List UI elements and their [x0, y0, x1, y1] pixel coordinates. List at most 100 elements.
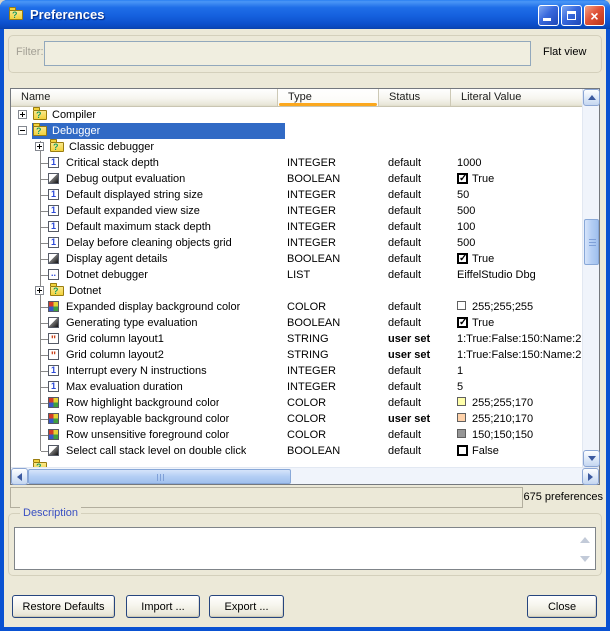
value-text: 100	[457, 221, 475, 233]
pref-status: default	[388, 299, 456, 315]
grid-rows: ?Compiler? Debugger? Classic debuggerCriti…	[11, 107, 582, 467]
folder-icon: ?	[33, 462, 47, 467]
title-bar[interactable]: ? Preferences ×	[0, 0, 610, 29]
boolean-icon	[48, 253, 59, 264]
folder-icon: ?	[50, 286, 64, 296]
expand-icon[interactable]	[18, 110, 27, 119]
scroll-up-button[interactable]	[583, 89, 600, 106]
pref-name: Debug output evaluation	[66, 171, 185, 187]
tree-category-row[interactable]: ?	[11, 459, 582, 467]
table-row[interactable]: Default displayed string sizeINTEGERdefa…	[11, 187, 582, 203]
table-row[interactable]: Default expanded view sizeINTEGERdefault…	[11, 203, 582, 219]
pref-status: user set	[388, 331, 456, 347]
column-header-name[interactable]: Name	[11, 89, 277, 106]
folder-icon: ?	[50, 142, 64, 152]
maximize-icon	[567, 11, 576, 20]
minimize-button[interactable]	[538, 5, 559, 26]
expand-icon[interactable]	[35, 142, 44, 151]
pref-type: INTEGER	[287, 219, 387, 235]
table-row[interactable]: Display agent detailsBOOLEANdefaultTrue	[11, 251, 582, 267]
filter-input[interactable]	[44, 41, 531, 66]
scroll-left-button[interactable]	[11, 468, 28, 485]
maximize-button[interactable]	[561, 5, 582, 26]
folder-icon: ?	[33, 110, 47, 120]
scroll-right-button[interactable]	[582, 468, 599, 485]
integer-icon	[48, 365, 59, 376]
horizontal-scroll-thumb[interactable]	[28, 469, 291, 484]
export-button[interactable]: Export ...	[209, 595, 284, 618]
table-row[interactable]: Interrupt every N instructionsINTEGERdef…	[11, 363, 582, 379]
table-row[interactable]: Grid column layout1STRINGuser set1:True:…	[11, 331, 582, 347]
color-swatch	[457, 301, 466, 310]
colorq-icon	[48, 301, 59, 312]
value-text: True	[472, 253, 494, 265]
pref-type: INTEGER	[287, 187, 387, 203]
pref-name: Classic debugger	[69, 139, 154, 155]
column-header-status[interactable]: Status	[378, 89, 450, 106]
description-textarea[interactable]	[14, 527, 596, 570]
pref-type: BOOLEAN	[287, 315, 387, 331]
checkbox-checked-icon[interactable]	[457, 173, 468, 184]
checkbox-checked-icon[interactable]	[457, 253, 468, 264]
list-icon	[48, 269, 59, 280]
collapse-icon[interactable]	[18, 126, 27, 135]
pref-name: Grid column layout1	[66, 331, 164, 347]
close-button[interactable]: Close	[527, 595, 597, 618]
table-row[interactable]: Dotnet debuggerLISTdefaultEiffelStudio D…	[11, 267, 582, 283]
pref-type: COLOR	[287, 299, 387, 315]
arrow-up-icon	[588, 95, 596, 100]
tree-category-row[interactable]: ?Compiler	[11, 107, 582, 123]
pref-type: COLOR	[287, 427, 387, 443]
pref-name: Debugger	[52, 123, 100, 139]
pref-literal-value: False	[457, 443, 582, 459]
table-row[interactable]: Delay before cleaning objects gridINTEGE…	[11, 235, 582, 251]
restore-defaults-button[interactable]: Restore Defaults	[12, 595, 115, 618]
table-row[interactable]: Row replayable background colorCOLORuser…	[11, 411, 582, 427]
table-row[interactable]: Grid column layout2STRINGuser set1:True:…	[11, 347, 582, 363]
checkbox-unchecked-icon[interactable]	[457, 445, 468, 456]
scroll-down-button[interactable]	[583, 450, 600, 467]
value-text: 255;255;255	[472, 301, 533, 313]
vertical-scrollbar[interactable]	[582, 89, 599, 467]
boolean-icon	[48, 317, 59, 328]
value-text: True	[472, 317, 494, 329]
table-row[interactable]: Expanded display background colorCOLORde…	[11, 299, 582, 315]
pref-name: Grid column layout2	[66, 347, 164, 363]
table-row[interactable]: Default maximum stack depthINTEGERdefaul…	[11, 219, 582, 235]
value-text: True	[472, 173, 494, 185]
pref-type: COLOR	[287, 395, 387, 411]
value-text: 1000	[457, 157, 481, 169]
checkbox-checked-icon[interactable]	[457, 317, 468, 328]
pref-name: Dotnet	[69, 283, 101, 299]
table-row[interactable]: Critical stack depthINTEGERdefault1000	[11, 155, 582, 171]
pref-name: Default displayed string size	[66, 187, 203, 203]
integer-icon	[48, 205, 59, 216]
colorq-icon	[48, 429, 59, 440]
tree-category-row[interactable]: ? Classic debugger	[11, 139, 582, 155]
table-row[interactable]: Debug output evaluationBOOLEANdefaultTru…	[11, 171, 582, 187]
horizontal-scrollbar[interactable]	[11, 467, 599, 484]
expand-icon[interactable]	[35, 286, 44, 295]
integer-icon	[48, 237, 59, 248]
table-row[interactable]: Generating type evaluationBOOLEANdefault…	[11, 315, 582, 331]
column-header-type[interactable]: Type	[277, 89, 378, 106]
boolean-icon	[48, 445, 59, 456]
tree-category-row[interactable]: ? Dotnet	[11, 283, 582, 299]
column-header-literal-value[interactable]: Literal Value	[450, 89, 582, 106]
folder-icon: ?	[33, 126, 47, 136]
pref-type: STRING	[287, 347, 387, 363]
tree-category-row[interactable]: ? Debugger	[11, 123, 582, 139]
table-row[interactable]: Row highlight background colorCOLORdefau…	[11, 395, 582, 411]
vertical-scroll-thumb[interactable]	[584, 219, 599, 265]
close-window-button[interactable]: ×	[584, 5, 605, 26]
preferences-grid: Name Type Status Literal Value ?Compiler…	[10, 88, 600, 485]
import-button[interactable]: Import ...	[126, 595, 200, 618]
table-row[interactable]: Max evaluation durationINTEGERdefault5	[11, 379, 582, 395]
pref-literal-value: True	[457, 171, 582, 187]
pref-type: LIST	[287, 267, 387, 283]
value-text: False	[472, 445, 499, 457]
flat-view-button[interactable]: Flat view	[543, 46, 586, 58]
integer-icon	[48, 221, 59, 232]
table-row[interactable]: Select call stack level on double clickB…	[11, 443, 582, 459]
table-row[interactable]: Row unsensitive foreground colorCOLORdef…	[11, 427, 582, 443]
